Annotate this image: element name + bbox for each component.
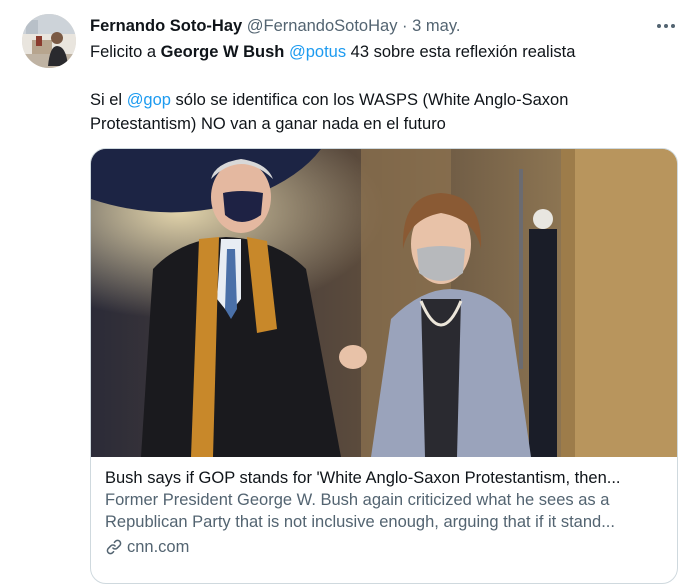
tweet-date[interactable]: 3 may. <box>412 17 460 35</box>
bold-name: George W Bush <box>160 43 285 61</box>
tweet-text-line-1: Felicito a George W Bush @potus 43 sobre… <box>90 40 650 64</box>
avatar-image <box>22 14 76 68</box>
mention-potus-link[interactable]: @potus <box>289 43 346 61</box>
text-segment: Si el <box>90 91 127 109</box>
mention-gop-link[interactable]: @gop <box>127 91 171 109</box>
avatar[interactable] <box>22 14 76 68</box>
link-preview-card[interactable]: Bush says if GOP stands for 'White Anglo… <box>90 148 678 584</box>
tweet-text-line-2: Si el @gop sólo se identifica con los WA… <box>90 88 650 136</box>
text-segment: Felicito a <box>90 43 161 61</box>
card-domain-text: cnn.com <box>127 538 190 556</box>
tweet[interactable]: Fernando Soto-Hay @FernandoSotoHay · 3 m… <box>0 0 700 588</box>
author-name[interactable]: Fernando Soto-Hay <box>90 17 242 35</box>
more-horizontal-icon <box>657 24 675 28</box>
link-icon <box>106 539 122 555</box>
card-domain[interactable]: cnn.com <box>105 535 663 559</box>
tweet-header: Fernando Soto-Hay @FernandoSotoHay · 3 m… <box>90 14 680 38</box>
text-segment: 43 sobre esta reflexión realista <box>346 43 576 61</box>
card-text: Bush says if GOP stands for 'White Anglo… <box>105 467 663 559</box>
author-handle[interactable]: @FernandoSotoHay <box>247 17 398 35</box>
card-description: Former President George W. Bush again cr… <box>105 489 663 533</box>
card-description-line-1: Former President George W. Bush again cr… <box>105 491 610 509</box>
more-options-button[interactable] <box>654 14 678 38</box>
card-image[interactable] <box>91 149 677 457</box>
separator-dot: · <box>402 17 408 35</box>
tweet-text: Felicito a George W Bush @potus 43 sobre… <box>90 40 650 136</box>
card-title[interactable]: Bush says if GOP stands for 'White Anglo… <box>105 467 663 489</box>
card-description-line-2: Republican Party that is not inclusive e… <box>105 513 615 531</box>
